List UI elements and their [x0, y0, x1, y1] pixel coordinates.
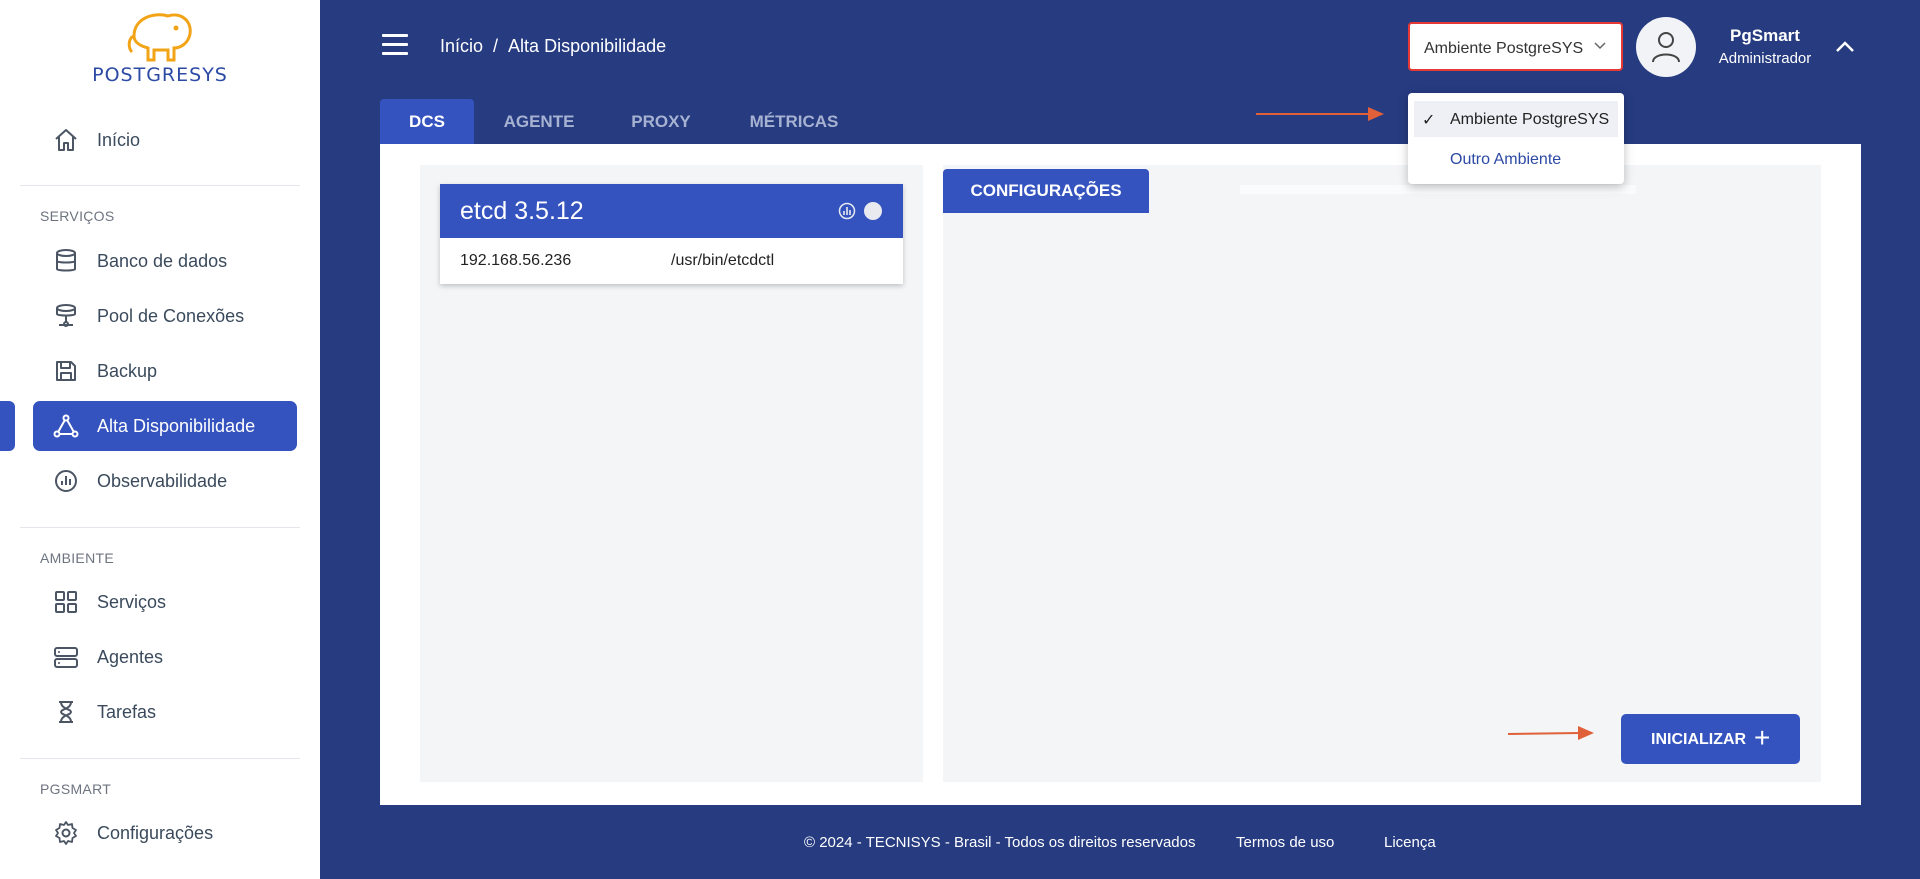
- connection-pool-icon: [56, 304, 76, 327]
- environment-select[interactable]: Ambiente PostgreSYS: [1408, 22, 1623, 71]
- tab-agente[interactable]: AGENTE: [486, 99, 592, 144]
- sidebar-divider: [20, 527, 300, 528]
- initialize-button[interactable]: INICIALIZAR +: [1621, 714, 1800, 764]
- etcd-node-card[interactable]: etcd 3.5.12 192.168.56.236 /usr/bin/etcd…: [440, 184, 903, 284]
- environment-select-value: Ambiente PostgreSYS: [1424, 40, 1584, 57]
- tab-metricas[interactable]: MÉTRICAS: [730, 99, 858, 144]
- tab-configuracoes[interactable]: CONFIGURAÇÕES: [943, 169, 1149, 213]
- chart-circle-icon: [55, 470, 77, 492]
- status-indicator: [864, 202, 882, 220]
- sidebar-item-label: Serviços: [97, 592, 167, 612]
- triangle-nodes-icon: [53, 414, 79, 438]
- logo-text: POSTGRESYS: [92, 64, 228, 86]
- sidebar-item-label: Início: [97, 130, 141, 150]
- sidebar-item-label: Agentes: [97, 647, 164, 667]
- sidebar-item-backup[interactable]: Backup: [33, 346, 297, 396]
- footer-terms-link[interactable]: Termos de uso: [1236, 834, 1334, 851]
- breadcrumb-home-link[interactable]: Início: [440, 36, 483, 56]
- avatar[interactable]: [1636, 17, 1696, 77]
- sidebar-item-label: Observabilidade: [97, 471, 228, 491]
- dropdown-option-label: Outro Ambiente: [1450, 151, 1562, 168]
- section-label-ambiente: AMBIENTE: [40, 550, 114, 566]
- section-label-pgsmart: PGSMART: [40, 781, 112, 797]
- chevron-down-icon: [1594, 42, 1606, 50]
- sidebar-item-agentes[interactable]: Agentes: [33, 632, 297, 682]
- user-name: PgSmart: [1730, 26, 1800, 45]
- sidebar-item-label: Configurações: [97, 823, 214, 843]
- breadcrumb-current: Alta Disponibilidade: [508, 36, 667, 56]
- grid-icon: [55, 591, 77, 613]
- sidebar-item-alta-disponibilidade[interactable]: Alta Disponibilidade: [33, 401, 297, 451]
- hourglass-icon: [59, 701, 73, 723]
- environment-dropdown: ✓ Ambiente PostgreSYS Outro Ambiente: [1408, 93, 1624, 184]
- footer-copyright: © 2024 - TECNISYS - Brasil - Todos os di…: [804, 834, 1196, 851]
- tab-dcs[interactable]: DCS: [380, 99, 474, 144]
- etcd-node-path: /usr/bin/etcdctl: [671, 252, 775, 269]
- initialize-button-label: INICIALIZAR: [1651, 731, 1747, 748]
- sidebar-item-observabilidade[interactable]: Observabilidade: [33, 456, 297, 506]
- user-icon: [1652, 32, 1680, 63]
- breadcrumb: Início / Alta Disponibilidade: [440, 36, 666, 57]
- sidebar-item-configuracoes[interactable]: Configurações: [33, 808, 297, 858]
- sidebar-item-label: Tarefas: [97, 702, 157, 722]
- tab-proxy[interactable]: PROXY: [612, 99, 710, 144]
- sidebar-item-label: Alta Disponibilidade: [97, 416, 256, 436]
- sidebar-item-label: Banco de dados: [97, 251, 228, 271]
- sidebar-item-inicio[interactable]: Início: [33, 115, 297, 165]
- sidebar-item-label: Backup: [97, 361, 158, 381]
- server-icon: [54, 647, 78, 668]
- postgresys-logo[interactable]: POSTGRESYS: [52, 8, 268, 86]
- sidebar-item-pool-de-conexoes[interactable]: Pool de Conexões: [33, 291, 297, 341]
- home-icon: [55, 129, 77, 151]
- etcd-node-title: etcd 3.5.12: [460, 197, 584, 225]
- annotation-arrow-icon: [1507, 726, 1594, 740]
- dropdown-option-outro-ambiente[interactable]: Outro Ambiente: [1414, 141, 1618, 177]
- etcd-node-ip: 192.168.56.236: [460, 252, 572, 269]
- chevron-up-icon[interactable]: [1834, 36, 1856, 58]
- breadcrumb-separator: /: [493, 36, 499, 56]
- section-label-servicos: SERVIÇOS: [40, 208, 115, 224]
- plus-icon: +: [1754, 722, 1771, 753]
- user-role: Administrador: [1718, 50, 1812, 67]
- dcs-config-panel: [943, 165, 1821, 782]
- footer-license-link[interactable]: Licença: [1384, 834, 1436, 851]
- gear-icon: [55, 821, 77, 845]
- sidebar-item-label: Pool de Conexões: [97, 306, 245, 326]
- save-icon: [56, 361, 76, 381]
- sidebar: POSTGRESYS Início SERVIÇOS Banco de dado…: [0, 0, 320, 879]
- sidebar-item-banco-de-dados[interactable]: Banco de dados: [33, 236, 297, 286]
- sidebar-divider: [20, 185, 300, 186]
- elephant-logo-icon: [127, 13, 192, 62]
- metrics-icon[interactable]: [838, 202, 856, 220]
- dropdown-option-ambiente-postgresys[interactable]: ✓ Ambiente PostgreSYS: [1414, 101, 1618, 137]
- config-divider: [1240, 185, 1636, 194]
- menu-toggle-icon[interactable]: [382, 34, 408, 56]
- active-nav-marker: [0, 401, 15, 451]
- sidebar-item-tarefas[interactable]: Tarefas: [33, 687, 297, 737]
- check-icon: ✓: [1422, 112, 1436, 129]
- sidebar-divider: [20, 758, 300, 759]
- sidebar-item-servicos[interactable]: Serviços: [33, 577, 297, 627]
- database-icon: [56, 249, 76, 272]
- dropdown-option-label: Ambiente PostgreSYS: [1450, 111, 1610, 128]
- etcd-node-header: etcd 3.5.12: [440, 184, 903, 238]
- annotation-arrow-icon: [1256, 107, 1384, 121]
